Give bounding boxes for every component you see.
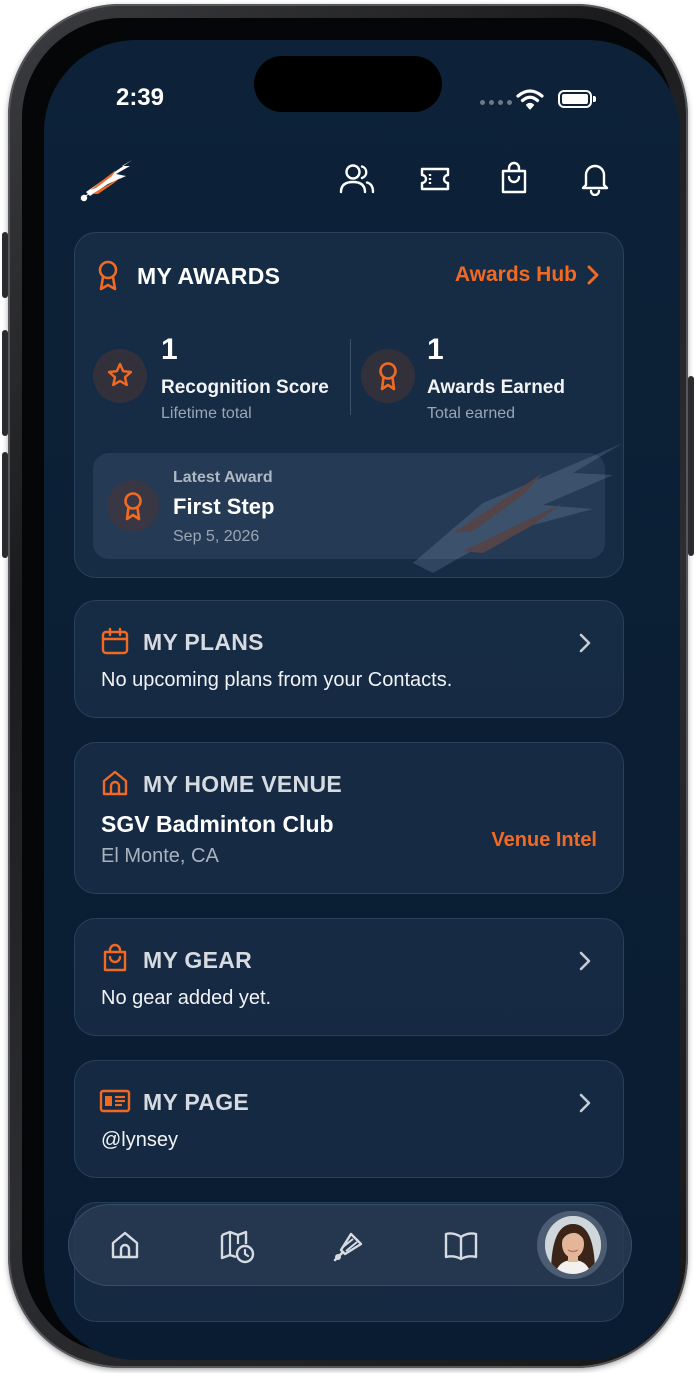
gear-title: MY GEAR	[143, 947, 253, 973]
ticket-icon[interactable]	[418, 164, 452, 194]
venue-title: MY HOME VENUE	[143, 771, 343, 797]
phone-frame: 2:39 MY AWARDS Awards Hub 1 Recognition …	[2, 4, 694, 1368]
book-icon[interactable]	[443, 1230, 479, 1262]
calendar-icon	[101, 627, 129, 655]
chevron-right-icon	[579, 951, 591, 971]
gear-card[interactable]: MY GEAR No gear added yet.	[74, 918, 624, 1036]
latest-award-date: Sep 5, 2026	[173, 528, 260, 545]
venue-intel-link[interactable]: Venue Intel	[491, 829, 597, 852]
chevron-right-icon	[587, 265, 599, 285]
bezel: 2:39 MY AWARDS Awards Hub 1 Recognition …	[22, 18, 680, 1360]
award-ribbon-icon	[379, 362, 397, 391]
latest-award-badge	[107, 480, 159, 532]
people-icon[interactable]	[338, 162, 376, 196]
venue-location: El Monte, CA	[101, 845, 219, 867]
awards-card: MY AWARDS Awards Hub 1 Recognition Score…	[74, 232, 624, 578]
shuttlecock-icon[interactable]	[331, 1230, 365, 1264]
signal-icon	[480, 100, 512, 105]
shopping-bag-icon[interactable]	[498, 160, 530, 196]
award-badge	[361, 349, 415, 403]
plans-empty-text: No upcoming plans from your Contacts.	[101, 669, 453, 691]
my-page-handle: @lynsey	[101, 1129, 178, 1151]
award-ribbon-icon	[124, 492, 142, 521]
star-icon	[107, 362, 133, 387]
dynamic-island	[254, 56, 442, 112]
stat-divider	[350, 339, 351, 415]
bottom-tab-bar	[68, 1204, 632, 1286]
awards-earned-label: Awards Earned	[427, 377, 565, 398]
recognition-score-label: Recognition Score	[161, 377, 329, 398]
plans-title: MY PLANS	[143, 629, 264, 655]
gear-empty-text: No gear added yet.	[101, 987, 272, 1009]
action-button	[2, 232, 8, 298]
latest-award-name: First Step	[173, 494, 275, 519]
status-time: 2:39	[115, 84, 165, 111]
volume-down-button	[2, 452, 8, 558]
my-page-title: MY PAGE	[143, 1089, 250, 1115]
home-icon[interactable]	[109, 1230, 141, 1260]
latest-award-tile[interactable]: Latest Award First Step Sep 5, 2026	[93, 443, 623, 573]
latest-award-caption: Latest Award	[173, 469, 273, 486]
wifi-icon	[516, 89, 544, 110]
profile-tab[interactable]	[537, 1211, 607, 1279]
avatar	[545, 1216, 601, 1274]
screen: 2:39 MY AWARDS Awards Hub 1 Recognition …	[44, 40, 680, 1360]
venue-name: SGV Badminton Club	[101, 811, 334, 837]
gear-bag-icon	[103, 943, 127, 972]
star-badge	[93, 349, 147, 403]
award-ribbon-icon	[98, 260, 118, 291]
awards-hub-link[interactable]: Awards Hub	[455, 263, 599, 287]
recognition-score-sub: Lifetime total	[161, 405, 252, 422]
chevron-right-icon	[579, 633, 591, 653]
chevron-right-icon	[579, 1093, 591, 1113]
recognition-score-value: 1	[161, 333, 178, 366]
bell-icon[interactable]	[578, 160, 612, 196]
awards-earned-value: 1	[427, 333, 444, 366]
volume-up-button	[2, 330, 8, 436]
my-page-card[interactable]: MY PAGE @lynsey	[74, 1060, 624, 1178]
badminton-wing-logo[interactable]	[76, 156, 134, 204]
plans-card[interactable]: MY PLANS No upcoming plans from your Con…	[74, 600, 624, 718]
home-venue-card[interactable]: MY HOME VENUE SGV Badminton Club El Mont…	[74, 742, 624, 894]
awards-title: MY AWARDS	[137, 263, 281, 289]
home-icon	[102, 770, 128, 796]
id-card-icon	[99, 1089, 131, 1113]
wing-watermark-icon	[413, 443, 623, 573]
battery-icon	[558, 90, 596, 108]
map-clock-icon[interactable]	[219, 1230, 255, 1264]
power-button	[688, 376, 694, 556]
awards-hub-label: Awards Hub	[454, 263, 577, 286]
profile-avatar-image	[545, 1216, 601, 1274]
